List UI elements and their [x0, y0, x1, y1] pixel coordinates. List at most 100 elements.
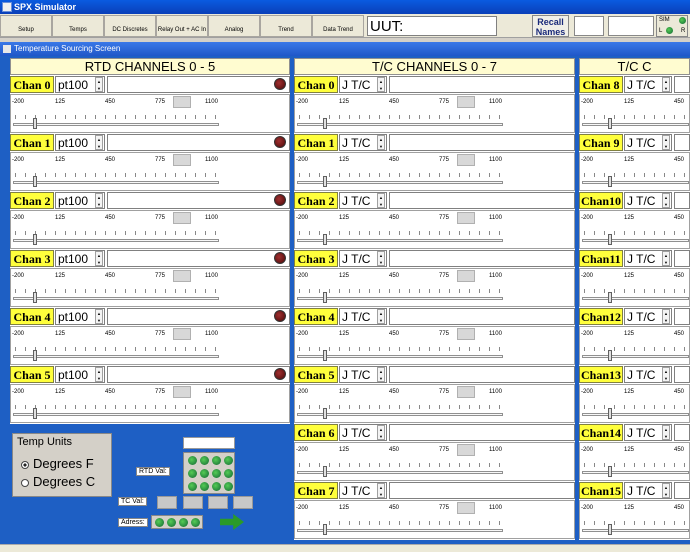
slider-track[interactable]: [297, 413, 503, 416]
address-bit-led[interactable]: [191, 518, 200, 527]
slider-track[interactable]: [582, 413, 689, 416]
spin-arrows-icon[interactable]: ▲ ▼: [377, 425, 385, 440]
spin-arrows-icon[interactable]: ▲ ▼: [377, 193, 385, 208]
tc2-temp-slider[interactable]: -200 125 450: [579, 442, 690, 481]
rtd-bit-led[interactable]: [224, 456, 233, 465]
spin-arrows-icon[interactable]: ▲ ▼: [95, 251, 103, 266]
degrees-c-radio[interactable]: Degrees C: [21, 474, 95, 489]
tc-temp-slider[interactable]: -200 125 450 775 1100: [294, 94, 575, 133]
tc2-value-field[interactable]: [674, 366, 690, 383]
rtd-temp-slider[interactable]: -200 125 450 775 1100: [10, 384, 290, 423]
spin-arrows-icon[interactable]: ▲ ▼: [662, 251, 670, 266]
tc2-value-field[interactable]: [674, 424, 690, 441]
horizontal-scrollbar[interactable]: [0, 544, 690, 552]
rtd-bit-led[interactable]: [200, 469, 209, 478]
tc-temp-slider[interactable]: -200 125 450 775 1100: [294, 152, 575, 191]
tc2-temp-slider[interactable]: -200 125 450: [579, 94, 690, 133]
toolbar-button-3[interactable]: Relay Out + AC In: [156, 15, 208, 37]
spin-arrows-icon[interactable]: ▲ ▼: [662, 425, 670, 440]
uut-field[interactable]: UUT:: [367, 16, 497, 36]
spin-arrows-icon[interactable]: ▲ ▼: [377, 77, 385, 92]
tc2-value-field[interactable]: [674, 134, 690, 151]
spin-arrows-icon[interactable]: ▲ ▼: [95, 367, 103, 382]
rtd-value-field[interactable]: [107, 250, 290, 267]
slider-thumb[interactable]: [608, 524, 612, 535]
slider-track[interactable]: [13, 181, 219, 184]
slider-track[interactable]: [297, 297, 503, 300]
slider-thumb[interactable]: [323, 234, 327, 245]
slider-thumb[interactable]: [33, 118, 37, 129]
toolbar-button-5[interactable]: Trend: [260, 15, 312, 37]
slider-thumb[interactable]: [608, 176, 612, 187]
spin-arrows-icon[interactable]: ▲ ▼: [377, 135, 385, 150]
slider-track[interactable]: [582, 355, 689, 358]
rtd-value-field[interactable]: [107, 76, 290, 93]
tc-value-field[interactable]: [389, 366, 575, 383]
spin-arrows-icon[interactable]: ▲ ▼: [662, 483, 670, 498]
tc-temp-slider[interactable]: -200 125 450 775 1100: [294, 442, 575, 481]
tc2-temp-slider[interactable]: -200 125 450: [579, 152, 690, 191]
tc2-value-field[interactable]: [674, 308, 690, 325]
slider-track[interactable]: [582, 529, 689, 532]
rtd-temp-slider[interactable]: -200 125 450 775 1100: [10, 152, 290, 191]
address-bit-led[interactable]: [167, 518, 176, 527]
tc2-value-field[interactable]: [674, 482, 690, 499]
tc-temp-slider[interactable]: -200 125 450 775 1100: [294, 326, 575, 365]
slider-thumb[interactable]: [608, 350, 612, 361]
rtd-bit-led[interactable]: [188, 482, 197, 491]
slider-thumb[interactable]: [608, 234, 612, 245]
tc-value-field[interactable]: [389, 424, 575, 441]
slider-track[interactable]: [297, 239, 503, 242]
slider-thumb[interactable]: [323, 466, 327, 477]
tc2-value-field[interactable]: [674, 76, 690, 93]
tc-value-field[interactable]: [389, 482, 575, 499]
tc2-value-field[interactable]: [674, 192, 690, 209]
tc2-temp-slider[interactable]: -200 125 450: [579, 210, 690, 249]
slider-thumb[interactable]: [608, 118, 612, 129]
rtd-value-field[interactable]: [107, 366, 290, 383]
toolbar-button-0[interactable]: Setup: [0, 15, 52, 37]
tc-temp-slider[interactable]: -200 125 450 775 1100: [294, 500, 575, 539]
rtd-temp-slider[interactable]: -200 125 450 775 1100: [10, 94, 290, 133]
slider-thumb[interactable]: [608, 292, 612, 303]
slider-thumb[interactable]: [33, 292, 37, 303]
rtd-bit-led[interactable]: [212, 456, 221, 465]
slider-thumb[interactable]: [323, 408, 327, 419]
spin-arrows-icon[interactable]: ▲ ▼: [662, 367, 670, 382]
spin-arrows-icon[interactable]: ▲ ▼: [662, 193, 670, 208]
slider-thumb[interactable]: [323, 292, 327, 303]
slider-thumb[interactable]: [33, 176, 37, 187]
slider-track[interactable]: [582, 471, 689, 474]
tc-value-field[interactable]: [389, 192, 575, 209]
rtd-bit-led[interactable]: [188, 469, 197, 478]
slider-track[interactable]: [297, 123, 503, 126]
tc-value-field[interactable]: [389, 134, 575, 151]
toolbar-button-1[interactable]: Temps: [52, 15, 104, 37]
tc-temp-slider[interactable]: -200 125 450 775 1100: [294, 268, 575, 307]
slider-track[interactable]: [13, 297, 219, 300]
rtd-value-field[interactable]: [107, 192, 290, 209]
slider-thumb[interactable]: [608, 466, 612, 477]
rtd-bit-led[interactable]: [200, 456, 209, 465]
spin-arrows-icon[interactable]: ▲ ▼: [377, 309, 385, 324]
slider-track[interactable]: [297, 471, 503, 474]
rtd-bit-led[interactable]: [188, 456, 197, 465]
slider-track[interactable]: [582, 123, 689, 126]
slider-track[interactable]: [582, 297, 689, 300]
tc2-temp-slider[interactable]: -200 125 450: [579, 268, 690, 307]
toolbar-button-6[interactable]: Data Trend: [312, 15, 364, 37]
rtd-value-field[interactable]: [107, 308, 290, 325]
rtd-bit-led[interactable]: [212, 469, 221, 478]
spin-arrows-icon[interactable]: ▲ ▼: [662, 77, 670, 92]
slider-track[interactable]: [13, 239, 219, 242]
tc-temp-slider[interactable]: -200 125 450 775 1100: [294, 210, 575, 249]
slider-thumb[interactable]: [323, 350, 327, 361]
slider-track[interactable]: [297, 529, 503, 532]
spin-arrows-icon[interactable]: ▲ ▼: [95, 193, 103, 208]
slider-thumb[interactable]: [608, 408, 612, 419]
recall-names-button[interactable]: Recall Names: [532, 15, 569, 37]
slider-track[interactable]: [297, 355, 503, 358]
tc-value-field[interactable]: [389, 250, 575, 267]
tc-value-field[interactable]: [389, 308, 575, 325]
slider-thumb[interactable]: [323, 176, 327, 187]
